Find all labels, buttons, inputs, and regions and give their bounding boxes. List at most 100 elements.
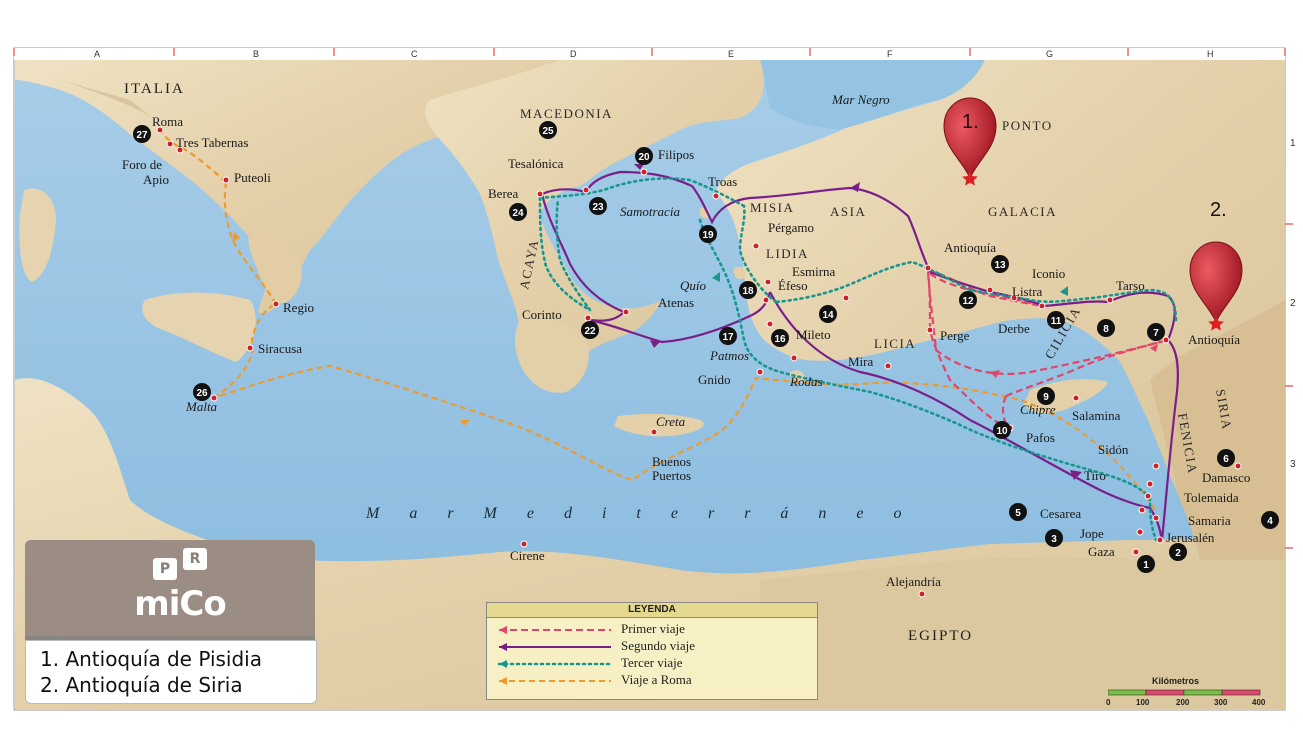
region-asia: ASIA (830, 204, 866, 219)
place-foro-de-apio-2: Apio (143, 172, 169, 187)
scale-title: Kilómetros (1152, 676, 1200, 686)
place-gaza: Gaza (1088, 544, 1115, 559)
place-tarso: Tarso (1116, 278, 1145, 293)
svg-text:6: 6 (1223, 454, 1229, 465)
svg-text:24: 24 (512, 208, 524, 219)
svg-text:25: 25 (542, 126, 554, 137)
region-misia: MISIA (750, 200, 794, 215)
badge-3: 3 (1045, 529, 1063, 547)
legend-line-third (497, 660, 613, 668)
place-chipre: Chipre (1020, 402, 1056, 417)
logo-brand-text: miCo (134, 584, 226, 624)
badge-14: 14 (819, 305, 837, 323)
place-alejandria: Alejandría (886, 574, 941, 589)
grid-row-1: 1 (1290, 138, 1296, 149)
grid-row-2: 2 (1290, 298, 1296, 309)
region-italia: ITALIA (124, 81, 185, 97)
svg-text:13: 13 (994, 260, 1006, 271)
place-malta: Malta (185, 399, 218, 414)
badge-16: 16 (771, 329, 789, 347)
grid-col-f: F (887, 49, 893, 59)
svg-text:4: 4 (1267, 516, 1273, 527)
region-licia: LICIA (874, 336, 916, 351)
svg-text:27: 27 (136, 130, 148, 141)
badge-1: 1 (1137, 555, 1155, 573)
place-antioquia-siria: Antioquía (1188, 332, 1240, 347)
legend-item-second: Segundo viaje (487, 638, 817, 656)
place-pergamo: Pérgamo (768, 220, 814, 235)
caption-panel: 1. Antioquía de Pisidia 2. Antioquía de … (25, 640, 317, 704)
badge-7: 7 (1147, 323, 1165, 341)
scale-tick-0: 0 (1106, 698, 1111, 707)
legend-line-second (499, 643, 611, 651)
legend-item-first: Primer viaje (487, 621, 817, 639)
logo-bubble-r: R (183, 548, 207, 570)
badge-11: 11 (1047, 311, 1065, 329)
place-salamina: Salamina (1072, 408, 1121, 423)
place-rodas: Rodas (789, 374, 823, 389)
place-derbe: Derbe (998, 321, 1030, 336)
svg-text:9: 9 (1043, 392, 1049, 403)
place-iconio: Iconio (1032, 266, 1065, 281)
place-roma: Roma (152, 114, 183, 129)
place-samaria: Samaria (1188, 513, 1231, 528)
badge-12: 12 (959, 291, 977, 309)
place-cirene: Cirene (510, 548, 545, 563)
place-jerusalen: Jerusalén (1166, 530, 1215, 545)
svg-text:11: 11 (1051, 316, 1062, 327)
place-creta: Creta (656, 414, 686, 429)
badge-23: 23 (589, 197, 607, 215)
place-mira: Mira (848, 354, 874, 369)
grid-col-b: B (253, 49, 259, 59)
place-troas: Troas (708, 174, 737, 189)
scale-tick-400: 400 (1252, 698, 1266, 707)
svg-text:23: 23 (592, 202, 604, 213)
svg-text:10: 10 (996, 426, 1008, 437)
grid-col-c: C (411, 49, 418, 59)
region-macedonia: MACEDONIA (520, 106, 613, 121)
place-perge: Perge (940, 328, 970, 343)
region-lidia: LIDIA (766, 246, 809, 261)
scale-bar: Kilómetros 0 100 200 300 400 (1106, 676, 1276, 707)
scale-tick-100: 100 (1136, 698, 1150, 707)
place-tiro: Tiro (1084, 468, 1106, 483)
region-egipto: EGIPTO (908, 628, 973, 644)
badge-10: 10 (993, 421, 1011, 439)
place-buenos-puertos-2: Puertos (652, 468, 691, 483)
place-sidon: Sidón (1098, 442, 1129, 457)
legend: LEYENDA Primer viaje Segundo viaje Terce… (486, 602, 818, 700)
place-tesalonica: Tesalónica (508, 156, 564, 171)
place-damasco: Damasco (1202, 470, 1250, 485)
legend-item-third: Tercer viaje (487, 655, 817, 673)
caption-line-2: 2. Antioquía de Siria (40, 673, 243, 697)
place-atenas: Atenas (658, 295, 694, 310)
legend-title: LEYENDA (487, 603, 817, 618)
svg-text:18: 18 (742, 286, 754, 297)
pin-1-label: 1. (962, 111, 979, 133)
svg-text:19: 19 (702, 230, 714, 241)
place-buenos-puertos-1: Buenos (652, 454, 691, 469)
badge-2: 2 (1169, 543, 1187, 561)
grid-col-g: G (1046, 49, 1053, 59)
grid-row-3: 3 (1290, 459, 1296, 470)
svg-text:1: 1 (1143, 560, 1149, 571)
legend-label-third: Tercer viaje (621, 655, 683, 670)
place-listra: Listra (1012, 284, 1043, 299)
caption-line-1: 1. Antioquía de Pisidia (40, 647, 262, 671)
label-mediterranean: M a r M e d i t e r r á n e o (365, 505, 915, 522)
grid-col-h: H (1207, 49, 1214, 59)
badge-20: 20 (635, 147, 653, 165)
badge-26: 26 (193, 383, 211, 401)
svg-text:14: 14 (822, 310, 834, 321)
place-tres-tabernas: Tres Tabernas (176, 135, 248, 150)
badge-27: 27 (133, 125, 151, 143)
place-tolemaida: Tolemaida (1184, 490, 1239, 505)
place-efeso: Éfeso (778, 278, 808, 293)
svg-text:8: 8 (1103, 324, 1109, 335)
svg-text:5: 5 (1015, 508, 1021, 519)
badge-17: 17 (719, 327, 737, 345)
place-corinto: Corinto (522, 307, 562, 322)
place-patmos: Patmos (709, 348, 749, 363)
svg-text:17: 17 (722, 332, 734, 343)
place-mileto: Mileto (796, 327, 831, 342)
